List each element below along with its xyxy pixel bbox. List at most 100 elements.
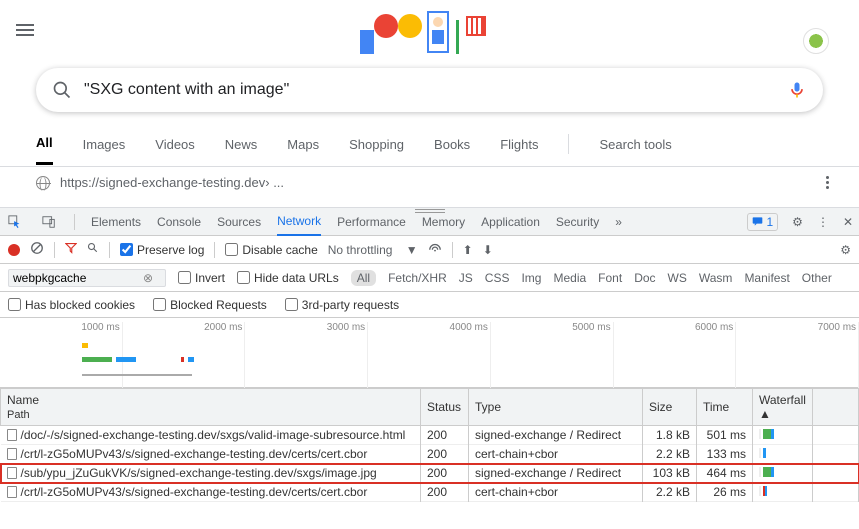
- request-size: 1.8 kB: [643, 426, 697, 445]
- tab-videos[interactable]: Videos: [155, 137, 195, 164]
- col-header-waterfall[interactable]: Waterfall ▲: [753, 389, 813, 426]
- hamburger-menu-icon[interactable]: [16, 21, 34, 39]
- tab-all[interactable]: All: [36, 135, 53, 165]
- messages-count: 1: [766, 215, 773, 229]
- filter-type-font[interactable]: Font: [598, 271, 622, 285]
- filter-type-all[interactable]: All: [351, 270, 376, 286]
- chat-icon: [752, 216, 763, 227]
- col-header-name[interactable]: NamePath: [1, 389, 421, 426]
- user-avatar[interactable]: [803, 28, 829, 54]
- blocked-cookies-checkbox[interactable]: Has blocked cookies: [8, 298, 135, 312]
- result-url: https://signed-exchange-testing.dev: [60, 175, 265, 190]
- file-icon: [7, 448, 17, 460]
- panel-performance[interactable]: Performance: [337, 215, 406, 229]
- tab-maps[interactable]: Maps: [287, 137, 319, 164]
- tab-flights[interactable]: Flights: [500, 137, 538, 164]
- search-input[interactable]: [84, 81, 775, 99]
- request-path: /crt/l-zG5oMUPv43/s/signed-exchange-test…: [21, 485, 368, 499]
- clear-icon[interactable]: [30, 241, 44, 258]
- globe-icon: [36, 176, 50, 190]
- device-toggle-icon[interactable]: [40, 213, 58, 231]
- network-filter-input[interactable]: [13, 271, 143, 285]
- filter-funnel-icon[interactable]: [65, 242, 77, 257]
- blocked-requests-checkbox[interactable]: Blocked Requests: [153, 298, 267, 312]
- throttling-select[interactable]: No throttling ▼: [328, 243, 418, 257]
- network-request-row[interactable]: /crt/l-zG5oMUPv43/s/signed-exchange-test…: [1, 483, 859, 502]
- timeline-tick: 6000 ms: [614, 322, 737, 388]
- search-network-icon[interactable]: [87, 242, 99, 257]
- more-panels-icon[interactable]: »: [615, 215, 622, 229]
- request-waterfall: [753, 464, 813, 483]
- disable-cache-checkbox[interactable]: Disable cache: [225, 243, 317, 257]
- result-crumb: › ...: [265, 175, 284, 190]
- mic-icon[interactable]: [787, 80, 807, 100]
- search-tabs: All Images Videos News Maps Shopping Boo…: [0, 120, 859, 167]
- search-result[interactable]: https://signed-exchange-testing.dev › ..…: [0, 167, 859, 198]
- devtools-panel: Elements Console Sources Network Perform…: [0, 208, 859, 529]
- google-doodle[interactable]: [350, 2, 510, 58]
- more-icon[interactable]: ⋮: [817, 215, 829, 229]
- settings-icon[interactable]: ⚙: [792, 215, 803, 229]
- filter-type-ws[interactable]: WS: [668, 271, 687, 285]
- settings-gear-icon[interactable]: ⚙: [840, 243, 851, 257]
- file-icon: [7, 486, 17, 498]
- col-header-time[interactable]: Time: [697, 389, 753, 426]
- upload-har-icon[interactable]: ⬆: [463, 243, 473, 257]
- timeline-tick: 4000 ms: [368, 322, 491, 388]
- hide-data-urls-checkbox[interactable]: Hide data URLs: [237, 271, 339, 285]
- panel-security[interactable]: Security: [556, 215, 599, 229]
- network-request-row[interactable]: /doc/-/s/signed-exchange-testing.dev/sxg…: [1, 426, 859, 445]
- request-path: /doc/-/s/signed-exchange-testing.dev/sxg…: [21, 428, 406, 442]
- kebab-menu-icon[interactable]: [826, 176, 829, 189]
- search-icon: [52, 80, 72, 100]
- filter-type-css[interactable]: CSS: [485, 271, 510, 285]
- download-har-icon[interactable]: ⬇: [483, 243, 493, 257]
- col-header-status[interactable]: Status: [421, 389, 469, 426]
- network-timeline[interactable]: 1000 ms 2000 ms 3000 ms 4000 ms 5000 ms …: [0, 318, 859, 388]
- tab-news[interactable]: News: [225, 137, 258, 164]
- close-devtools-icon[interactable]: ✕: [843, 215, 853, 229]
- request-path: /crt/l-zG5oMUPv43/s/signed-exchange-test…: [21, 447, 368, 461]
- col-header-size[interactable]: Size: [643, 389, 697, 426]
- timeline-tick: 5000 ms: [491, 322, 614, 388]
- search-box: [36, 68, 823, 112]
- panel-sources[interactable]: Sources: [217, 215, 261, 229]
- preserve-log-checkbox[interactable]: Preserve log: [120, 243, 204, 257]
- messages-badge[interactable]: 1: [747, 213, 778, 231]
- filter-type-doc[interactable]: Doc: [634, 271, 655, 285]
- network-request-row[interactable]: /crt/l-zG5oMUPv43/s/signed-exchange-test…: [1, 445, 859, 464]
- request-type: signed-exchange / Redirect: [469, 426, 643, 445]
- record-button[interactable]: [8, 244, 20, 256]
- tab-shopping[interactable]: Shopping: [349, 137, 404, 164]
- filter-type-js[interactable]: JS: [459, 271, 473, 285]
- request-time: 501 ms: [697, 426, 753, 445]
- request-status: 200: [421, 426, 469, 445]
- tab-images[interactable]: Images: [83, 137, 126, 164]
- request-size: 2.2 kB: [643, 445, 697, 464]
- filter-type-img[interactable]: Img: [521, 271, 541, 285]
- request-size: 103 kB: [643, 464, 697, 483]
- tab-books[interactable]: Books: [434, 137, 470, 164]
- panel-console[interactable]: Console: [157, 215, 201, 229]
- network-request-row[interactable]: /sub/ypu_jZuGukVK/s/signed-exchange-test…: [1, 464, 859, 483]
- col-header-spacer: [813, 389, 859, 426]
- drag-handle[interactable]: [415, 209, 445, 213]
- filter-type-media[interactable]: Media: [553, 271, 586, 285]
- network-conditions-icon[interactable]: [428, 241, 442, 258]
- search-tools[interactable]: Search tools: [599, 137, 671, 164]
- filter-type-other[interactable]: Other: [802, 271, 832, 285]
- inspect-element-icon[interactable]: [6, 213, 24, 231]
- panel-elements[interactable]: Elements: [91, 215, 141, 229]
- panel-memory[interactable]: Memory: [422, 215, 465, 229]
- filter-type-manifest[interactable]: Manifest: [744, 271, 789, 285]
- third-party-checkbox[interactable]: 3rd-party requests: [285, 298, 399, 312]
- invert-checkbox[interactable]: Invert: [178, 271, 225, 285]
- filter-type-fetchxhr[interactable]: Fetch/XHR: [388, 271, 447, 285]
- request-size: 2.2 kB: [643, 483, 697, 502]
- file-icon: [7, 467, 17, 479]
- filter-type-wasm[interactable]: Wasm: [699, 271, 733, 285]
- panel-application[interactable]: Application: [481, 215, 540, 229]
- panel-network[interactable]: Network: [277, 214, 321, 236]
- col-header-type[interactable]: Type: [469, 389, 643, 426]
- clear-filter-icon[interactable]: ⊗: [143, 271, 153, 285]
